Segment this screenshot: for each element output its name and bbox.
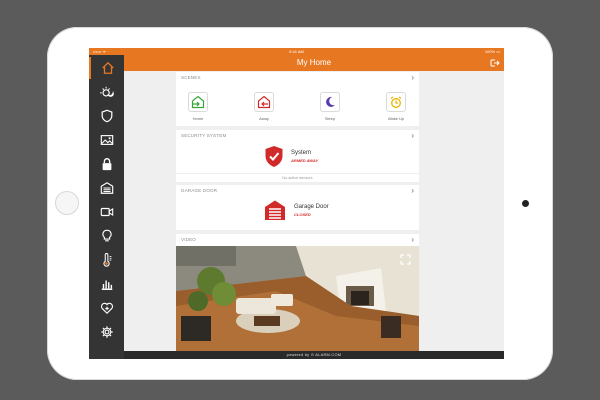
sidebar-item-images[interactable] bbox=[89, 129, 124, 151]
video-camera-icon bbox=[100, 207, 113, 217]
logout-icon[interactable] bbox=[490, 58, 500, 68]
card-title: GARAGE DOOR bbox=[181, 188, 218, 193]
app-screen: •••••• ᯤ 9:41 AM 100% ▭ My Home SCENES ›… bbox=[89, 48, 504, 359]
scenes-card-header[interactable]: SCENES › bbox=[176, 72, 419, 84]
sidebar-item-home[interactable] bbox=[89, 57, 124, 79]
scene-sleep[interactable]: Sleep bbox=[310, 92, 350, 121]
garage-door-name: Garage Door bbox=[294, 204, 329, 210]
security-status[interactable]: System ARMED AWAY bbox=[264, 145, 394, 169]
garage-door-card[interactable]: GARAGE DOOR › Garage Door CLOSED bbox=[176, 185, 419, 230]
sidebar-item-wellness[interactable] bbox=[89, 297, 124, 319]
security-system-name: System bbox=[291, 150, 312, 156]
home-arrive-icon bbox=[188, 92, 208, 112]
status-bar: •••••• ᯤ 9:41 AM 100% ▭ bbox=[89, 48, 504, 55]
garage-door-status[interactable]: Garage Door CLOSED bbox=[264, 199, 394, 223]
armed-shield-icon bbox=[265, 146, 283, 167]
scene-label: Home bbox=[192, 116, 204, 121]
tablet-home-button bbox=[55, 191, 79, 215]
scene-wake-up[interactable]: Wake Up bbox=[376, 92, 416, 121]
image-icon bbox=[100, 135, 113, 145]
status-time: 9:41 AM bbox=[289, 49, 304, 54]
brand-text: powered by ⊙ ALARM.COM bbox=[286, 352, 342, 357]
scene-home[interactable]: Home bbox=[178, 92, 218, 121]
shield-icon bbox=[101, 109, 112, 123]
sidebar-item-locks[interactable] bbox=[89, 153, 124, 175]
scenes-card: SCENES › Home Away Sleep Wake Up bbox=[176, 72, 419, 126]
alarm-clock-icon bbox=[386, 92, 406, 112]
video-feed[interactable] bbox=[176, 246, 419, 351]
app-header: My Home bbox=[124, 55, 504, 71]
security-system-card[interactable]: SECURITY SYSTEM › System ARMED AWAY No a… bbox=[176, 130, 419, 182]
sidebar-item-energy[interactable] bbox=[89, 273, 124, 295]
health-icon bbox=[100, 302, 113, 315]
sidebar-item-scenes[interactable] bbox=[89, 81, 124, 103]
lock-icon bbox=[102, 158, 111, 171]
home-icon bbox=[101, 61, 114, 74]
dashboard-content: SCENES › Home Away Sleep Wake Up SECURIT… bbox=[124, 71, 504, 351]
chevron-right-icon[interactable]: › bbox=[411, 235, 414, 245]
chevron-right-icon[interactable]: › bbox=[411, 73, 414, 83]
powered-by-footer: powered by ⊙ ALARM.COM bbox=[124, 351, 504, 359]
scene-label: Away bbox=[259, 116, 269, 121]
sidebar-item-video[interactable] bbox=[89, 201, 124, 223]
sensor-status-text: No active sensors bbox=[282, 176, 313, 180]
moon-icon bbox=[320, 92, 340, 112]
scene-label: Wake Up bbox=[387, 116, 405, 121]
gear-icon bbox=[100, 326, 113, 338]
home-leave-icon bbox=[254, 92, 274, 112]
sidebar-item-security[interactable] bbox=[89, 105, 124, 127]
garage-icon bbox=[100, 182, 113, 194]
sensor-status: No active sensors bbox=[176, 173, 419, 182]
lightbulb-icon bbox=[101, 229, 112, 242]
battery-indicator: 100% ▭ bbox=[484, 49, 500, 54]
chevron-right-icon[interactable]: › bbox=[411, 131, 414, 141]
scene-away[interactable]: Away bbox=[244, 92, 284, 121]
page-title: My Home bbox=[296, 58, 332, 67]
security-card-header[interactable]: SECURITY SYSTEM › bbox=[176, 130, 419, 142]
sidebar-item-thermostat[interactable] bbox=[89, 249, 124, 271]
card-title: VIDEO bbox=[181, 237, 197, 242]
scene-label: Sleep bbox=[324, 116, 336, 121]
expand-icon[interactable] bbox=[400, 254, 411, 265]
card-title: SECURITY SYSTEM bbox=[181, 133, 227, 138]
security-armed-status: ARMED AWAY bbox=[291, 158, 319, 163]
video-card-header[interactable]: VIDEO › bbox=[176, 234, 419, 246]
video-card: VIDEO › bbox=[176, 234, 419, 351]
sidebar-item-settings[interactable] bbox=[89, 321, 124, 343]
sidebar-item-lights[interactable] bbox=[89, 225, 124, 247]
tablet-camera bbox=[522, 200, 529, 207]
garage-door-state: CLOSED bbox=[294, 212, 311, 217]
garage-card-header[interactable]: GARAGE DOOR › bbox=[176, 185, 419, 197]
card-title: SCENES bbox=[181, 75, 201, 80]
scene-icon bbox=[99, 86, 114, 97]
garage-closed-icon bbox=[265, 200, 285, 220]
sidebar bbox=[89, 55, 124, 359]
thermostat-icon bbox=[102, 253, 111, 267]
sidebar-item-garage[interactable] bbox=[89, 177, 124, 199]
bar-chart-icon bbox=[101, 280, 112, 290]
chevron-right-icon[interactable]: › bbox=[411, 186, 414, 196]
living-room-camera-image bbox=[176, 246, 419, 351]
